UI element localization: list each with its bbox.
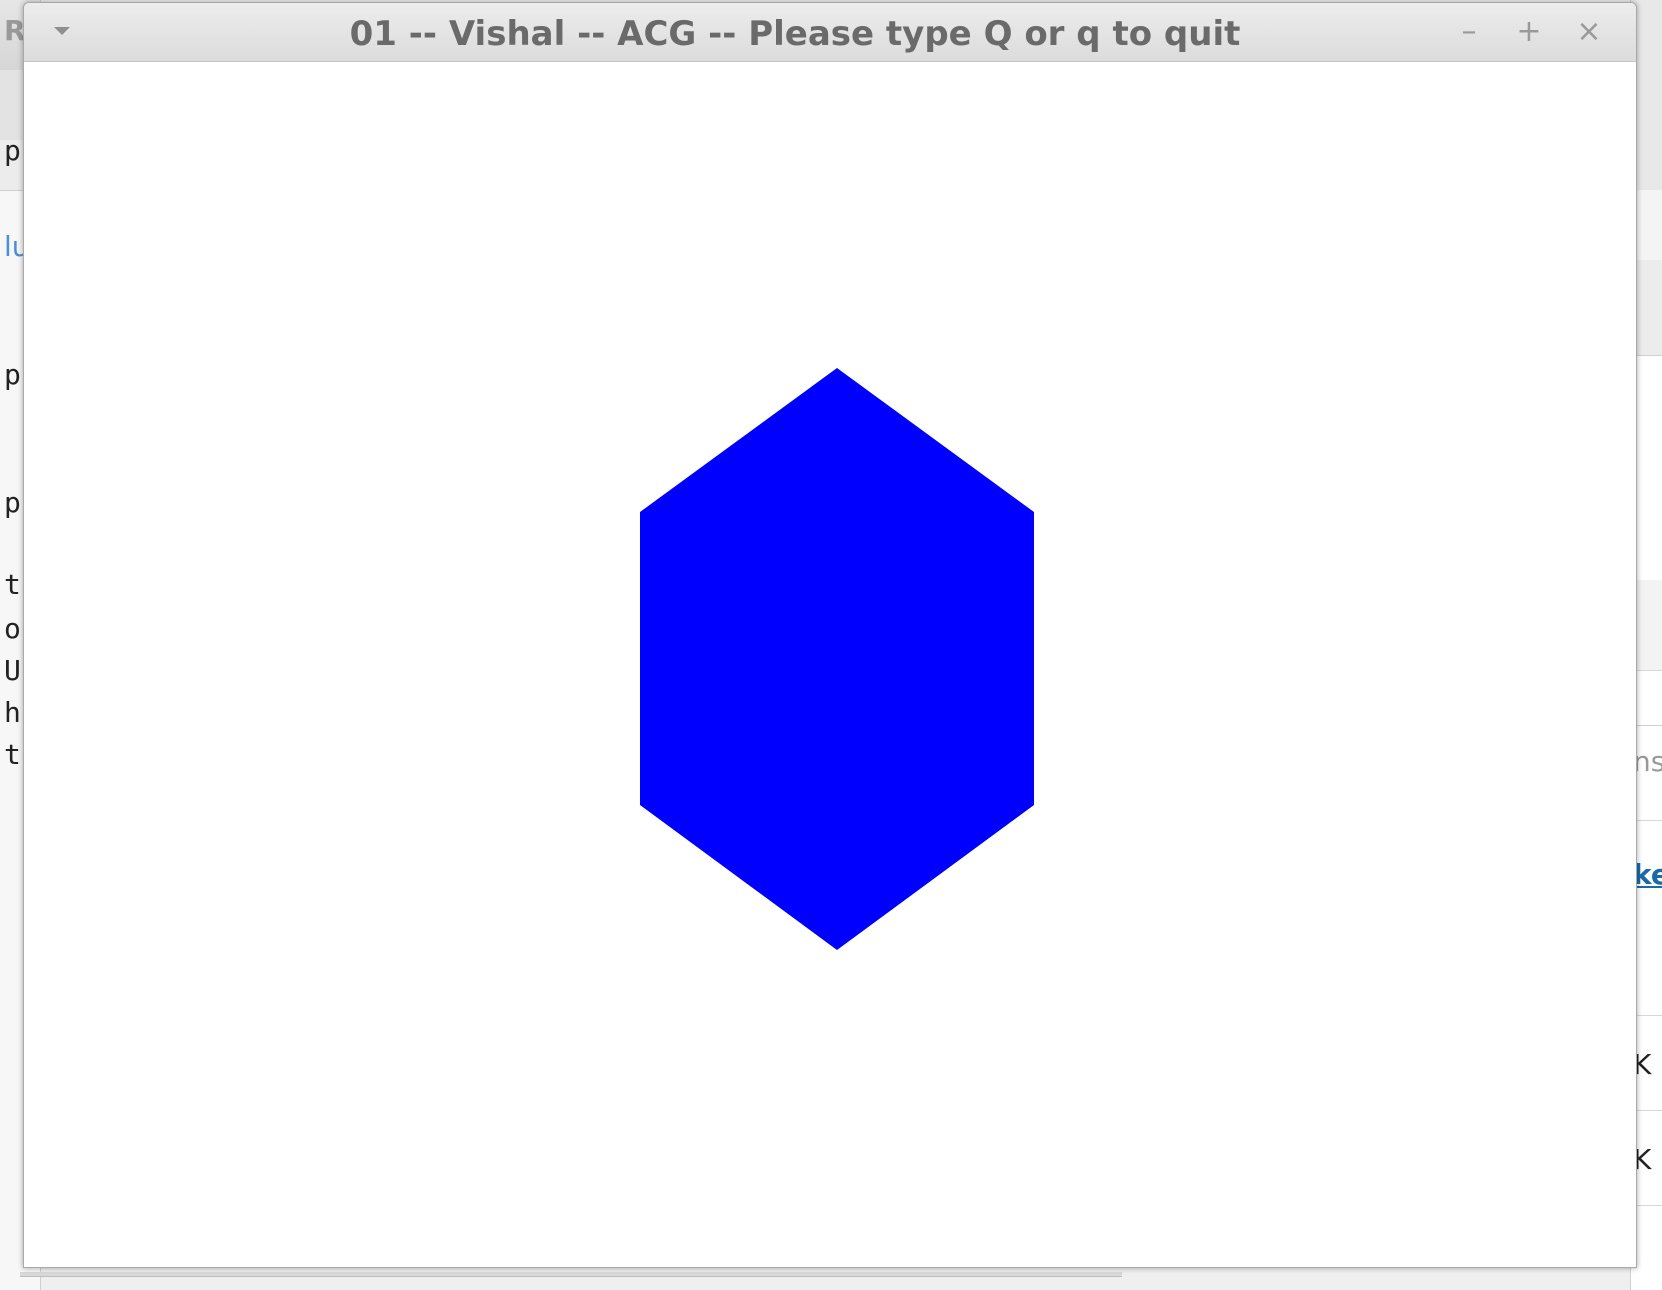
background-text-fragment: U [4,654,21,687]
background-text-fragment: h [4,696,21,729]
blue-hexagon [640,368,1034,950]
render-canvas[interactable] [28,62,1632,1263]
close-button[interactable]: × [1572,17,1606,47]
background-link-fragment[interactable]: ke [1633,858,1662,891]
background-window-bottom-edge [20,1272,1122,1277]
window-title: 01 -- Vishal -- ACG -- Please type Q or … [349,14,1241,54]
render-surface [640,368,1034,950]
background-text-fragment: t [4,568,21,601]
window-titlebar[interactable]: 01 -- Vishal -- ACG -- Please type Q or … [24,3,1636,62]
background-text-fragment: ns [1633,745,1662,778]
background-text-fragment: p [4,358,21,391]
desktop: RA p lu p p t o U h t ns ke K K [0,0,1662,1290]
background-text-fragment: p [4,486,21,519]
minimize-button[interactable]: – [1452,17,1486,47]
background-text-fragment: p [4,134,21,167]
maximize-button[interactable]: + [1512,17,1546,47]
opengl-window: 01 -- Vishal -- ACG -- Please type Q or … [23,2,1637,1268]
background-text-fragment: t [4,738,21,771]
background-text-fragment: o [4,612,21,645]
